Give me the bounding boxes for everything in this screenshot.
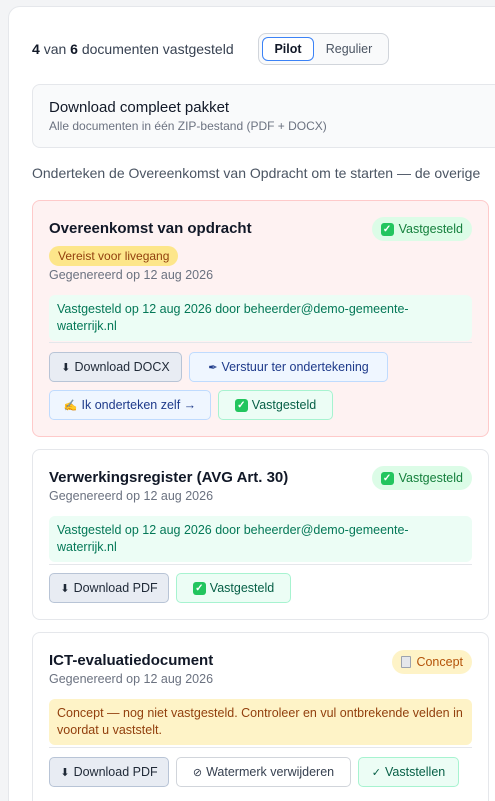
toggle-regulier[interactable]: Regulier [314, 37, 384, 61]
sign-myself-button[interactable]: ✍ Ik onderteken zelf → [49, 390, 211, 420]
download-icon: ⬇ [60, 582, 70, 595]
document-card-verwerkingsregister: Verwerkingsregister (AVG Art. 30) ✓ Vast… [32, 449, 489, 620]
download-package-button[interactable]: Download compleet pakket Alle documenten… [32, 84, 495, 148]
button-label: Vastgesteld [251, 398, 317, 412]
download-docx-button[interactable]: ⬇ Download DOCX [49, 352, 182, 382]
checkmark-icon: ✓ [380, 471, 394, 485]
divider [49, 747, 472, 748]
download-icon: ⬇ [61, 361, 71, 374]
mode-toggle: Pilot Regulier [258, 33, 389, 65]
status-badge-label: Concept [416, 655, 463, 669]
remove-watermark-button[interactable]: ⊘ Watermerk verwijderen [176, 757, 351, 787]
status-badge: Concept [392, 650, 472, 674]
button-label: Ik onderteken zelf → [81, 398, 197, 412]
approval-note: Vastgesteld op 12 aug 2026 door beheerde… [49, 516, 472, 562]
document-card-ict-evaluatie: ICT-evaluatiedocument Concept Gegenereer… [32, 632, 489, 801]
status-badge-label: Vastgesteld [398, 222, 463, 236]
toggle-pilot[interactable]: Pilot [262, 37, 314, 61]
checkmark-icon: ✓ [192, 581, 206, 595]
divider [49, 342, 472, 343]
package-subtitle: Alle documenten in één ZIP-bestand (PDF … [49, 119, 327, 133]
button-label: Watermerk verwijderen [206, 765, 335, 779]
button-label: Download PDF [73, 581, 158, 595]
progress-total-count: 6 [70, 41, 78, 57]
download-pdf-button[interactable]: ⬇ Download PDF [49, 573, 169, 603]
signing-hint: Onderteken de Overeenkomst van Opdracht … [32, 165, 481, 181]
send-for-signing-button[interactable]: ✒ Verstuur ter ondertekening [189, 352, 388, 382]
established-button[interactable]: ✓ Vastgesteld [176, 573, 291, 603]
download-pdf-button[interactable]: ⬇ Download PDF [49, 757, 169, 787]
button-label: Vaststellen [385, 765, 446, 779]
card-title: ICT-evaluatiedocument [49, 652, 214, 669]
document-icon [401, 656, 412, 668]
established-button[interactable]: ✓ Vastgesteld [218, 390, 333, 420]
status-badge-label: Vastgesteld [398, 471, 463, 485]
progress-done-count: 4 [32, 41, 40, 57]
approval-note: Vastgesteld op 12 aug 2026 door beheerde… [49, 295, 472, 341]
button-label: Verstuur ter ondertekening [221, 360, 369, 374]
package-title: Download compleet pakket [49, 99, 230, 116]
status-badge: ✓ Vastgesteld [371, 466, 472, 490]
required-tag: Vereist voor livegang [49, 246, 179, 266]
progress-suffix: documenten vastgesteld [81, 41, 234, 57]
concept-warning: Concept — nog niet vastgesteld. Controle… [49, 699, 472, 745]
checkmark-icon: ✓ [371, 766, 381, 779]
generated-date: Gegenereerd op 12 aug 2026 [49, 489, 214, 503]
no-entry-icon: ⊘ [192, 766, 203, 779]
checkmark-icon: ✓ [380, 222, 394, 236]
establish-button[interactable]: ✓ Vaststellen [358, 757, 459, 787]
progress-van: van [43, 41, 67, 57]
button-label: Download DOCX [74, 360, 170, 374]
progress-summary: 4 van 6 documenten vastgesteld [32, 34, 234, 64]
pen-icon: ✒ [208, 361, 218, 374]
button-label: Download PDF [73, 765, 158, 779]
checkmark-icon: ✓ [234, 398, 248, 412]
divider [49, 564, 472, 565]
document-card-overeenkomst: Overeenkomst van opdracht ✓ Vastgesteld … [32, 200, 489, 437]
card-title: Overeenkomst van opdracht [49, 220, 252, 237]
download-icon: ⬇ [60, 766, 70, 779]
generated-date: Gegenereerd op 12 aug 2026 [49, 672, 214, 686]
status-badge: ✓ Vastgesteld [371, 217, 472, 241]
card-title: Verwerkingsregister (AVG Art. 30) [49, 469, 289, 486]
button-label: Vastgesteld [209, 581, 275, 595]
signing-hand-icon: ✍ [63, 399, 78, 412]
generated-date: Gegenereerd op 12 aug 2026 [49, 268, 214, 282]
